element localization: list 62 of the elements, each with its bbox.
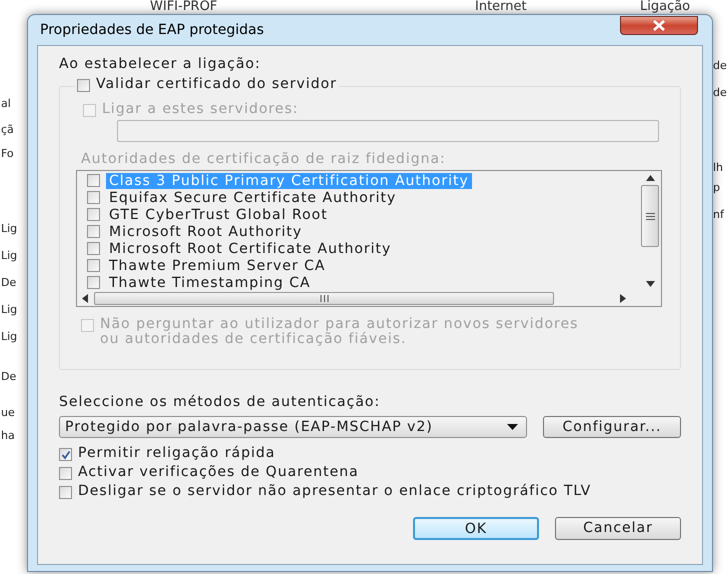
- background-text: Lig: [1, 302, 18, 318]
- scroll-thumb[interactable]: [641, 185, 659, 247]
- scroll-thumb[interactable]: [94, 292, 554, 305]
- checkbox-label: Não perguntar ao utilizador para autorizar novos servidores ou autoridades de certificação fiáveis.: [100, 317, 580, 347]
- checkbox-label: Ligar a estes servidores:: [102, 102, 299, 117]
- background-text: Lig: [1, 248, 18, 264]
- close-button[interactable]: [620, 16, 698, 34]
- down-arrow-icon[interactable]: [646, 281, 654, 287]
- dialog-button[interactable]: OK: [413, 517, 539, 540]
- section-label: Seleccione os métodos de autenticação:: [59, 394, 382, 410]
- checkbox[interactable]: [87, 208, 100, 221]
- background-text: nf: [713, 207, 724, 223]
- checkbox-label: Permitir religação rápida: [78, 446, 276, 461]
- section-label: Autoridades de certificação de raiz fidedigna:: [81, 151, 447, 167]
- background-text: ue: [1, 405, 15, 421]
- right-arrow-icon[interactable]: [620, 294, 626, 303]
- checkbox[interactable]: [59, 467, 72, 480]
- checkbox-label: Validar certificado do servidor: [96, 77, 337, 92]
- background-text: de: [713, 58, 727, 74]
- background-text: De: [1, 275, 16, 291]
- background-text: Fo: [1, 146, 14, 162]
- checkbox[interactable]: [87, 191, 100, 204]
- window-title: Propriedades de EAP protegidas: [40, 20, 264, 40]
- checkbox[interactable]: [59, 448, 72, 461]
- background-text: De: [1, 369, 16, 385]
- checkbox-label: Activar verificações de Quarentena: [78, 465, 359, 480]
- grip-icon: [320, 295, 328, 302]
- list-item[interactable]: GTE CyberTrust Global Root: [106, 206, 331, 222]
- column-header: WIFI-PROF: [150, 0, 218, 13]
- background-text: çã: [1, 122, 14, 138]
- background-text: lh: [713, 160, 724, 176]
- column-header: Ligação: [640, 0, 690, 13]
- dropdown-value: Protegido por palavra-passe (EAP-MSCHAP v2): [65, 418, 433, 436]
- background-text: Lig: [1, 329, 18, 345]
- checkbox[interactable]: [87, 242, 100, 255]
- grip-icon: [646, 212, 654, 220]
- background-text: Lig: [1, 221, 18, 237]
- background-text: de: [713, 85, 727, 101]
- checkbox[interactable]: [77, 79, 90, 92]
- close-icon: [651, 20, 667, 30]
- list-item[interactable]: Microsoft Root Authority: [106, 224, 306, 240]
- list-item[interactable]: Microsoft Root Certificate Authority: [106, 240, 394, 256]
- dialog-button[interactable]: Cancelar: [555, 517, 681, 540]
- checkbox[interactable]: [87, 276, 100, 289]
- section-label: Ao estabelecer a ligação:: [59, 56, 262, 72]
- method-dropdown[interactable]: Protegido por palavra-passe (EAP-MSCHAP v2): [59, 416, 527, 438]
- column-header: Internet: [475, 0, 527, 13]
- checkbox[interactable]: [87, 174, 100, 187]
- list-item[interactable]: Thawte Premium Server CA: [106, 258, 328, 274]
- configure-button[interactable]: Configurar...: [543, 416, 681, 438]
- background-text: al: [1, 96, 11, 112]
- checkbox[interactable]: [87, 259, 100, 272]
- left-arrow-icon[interactable]: [82, 294, 88, 303]
- list-item[interactable]: Thawte Timestamping CA: [106, 274, 314, 290]
- checkbox[interactable]: [87, 225, 100, 238]
- list-item[interactable]: Equifax Secure Certificate Authority: [106, 190, 400, 206]
- checkbox[interactable]: [59, 486, 72, 499]
- background-text: ha: [1, 428, 15, 444]
- up-arrow-icon[interactable]: [646, 175, 654, 181]
- checkbox-label: Desligar se o servidor não apresentar o enlace criptográfico TLV: [78, 484, 592, 499]
- caret-icon: [507, 424, 518, 430]
- background-text: p: [713, 180, 720, 196]
